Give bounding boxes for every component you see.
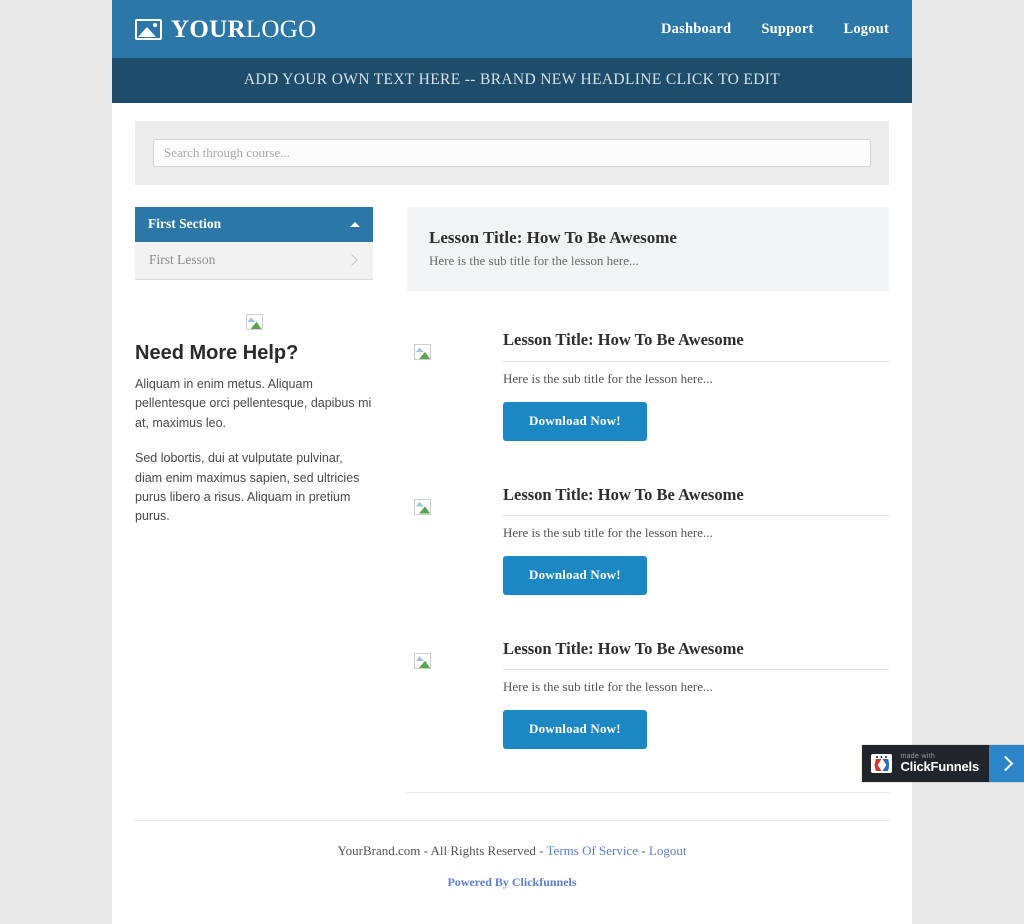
download-title-label-2: Lesson Title: — [503, 484, 594, 504]
page-container: YOURLOGO Dashboard Support Logout ADD YO… — [112, 0, 912, 924]
search-section — [112, 103, 912, 185]
need-more-help-block: Need More Help? Aliquam in enim metus. A… — [135, 314, 373, 527]
download-title-1: Lesson Title: How To Be Awesome — [503, 329, 889, 362]
download-title-label-1: Lesson Title: — [503, 330, 594, 350]
download-body-2: Lesson Title: How To Be Awesome Here is … — [503, 484, 889, 595]
broken-image-icon — [414, 652, 431, 669]
download-title-value-1: How To Be Awesome — [597, 330, 744, 350]
help-paragraph-2: Sed lobortis, dui at vulputate pulvinar,… — [135, 451, 360, 524]
caret-up-icon — [350, 221, 360, 227]
logo-link[interactable]: YOURLOGO — [135, 17, 316, 42]
logo-text: YOURLOGO — [171, 17, 316, 42]
lesson-header-title-value: How To Be Awesome — [526, 228, 677, 247]
clickfunnels-badge: made with ClickFunnels — [862, 745, 1024, 782]
headline-banner[interactable]: ADD YOUR OWN TEXT HERE -- BRAND NEW HEAD… — [112, 58, 912, 103]
broken-image-icon — [414, 498, 431, 515]
badge-expand-button[interactable] — [989, 745, 1024, 782]
top-navigation-bar: YOURLOGO Dashboard Support Logout — [112, 0, 912, 58]
download-title-3: Lesson Title: How To Be Awesome — [503, 638, 889, 671]
download-now-button-2[interactable]: Download Now! — [503, 555, 647, 595]
sidebar: First Section First Lesson Need More Hel… — [135, 207, 373, 527]
download-thumbnail-1 — [407, 329, 503, 361]
search-input[interactable] — [153, 139, 871, 167]
download-subtitle-2: Here is the sub title for the lesson her… — [503, 524, 713, 540]
broken-image-icon — [414, 344, 431, 361]
help-paragraph-1: Aliquam in enim metus. Aliquam pellentes… — [135, 377, 372, 430]
footer-powered-by: Powered By Clickfunnels — [135, 875, 889, 890]
clickfunnels-logo-icon — [871, 754, 893, 773]
footer-divider — [135, 820, 889, 822]
clickfunnels-badge-text: made with ClickFunnels — [900, 753, 979, 774]
nav-item-logout[interactable]: Logout — [843, 21, 889, 38]
download-title-value-3: How To Be Awesome — [597, 638, 744, 658]
list-item: Lesson Title: How To Be Awesome Here is … — [407, 638, 889, 750]
search-panel — [135, 121, 889, 185]
sidebar-item-label: First Lesson — [149, 252, 216, 267]
footer: YourBrand.com - All Rights Reserved - Te… — [112, 820, 912, 890]
footer-copyright-text: YourBrand.com - All Rights Reserved - — [337, 843, 547, 859]
download-now-button-3[interactable]: Download Now! — [503, 710, 647, 750]
chevron-right-icon — [997, 755, 1013, 772]
footer-separator: - — [638, 843, 649, 859]
downloads-list: Lesson Title: How To Be Awesome Here is … — [407, 329, 889, 750]
help-title: Need More Help? — [135, 342, 299, 364]
download-thumbnail-3 — [407, 638, 503, 669]
clickfunnels-logo-dots — [876, 755, 888, 758]
clickfunnels-badge-main[interactable]: made with ClickFunnels — [862, 745, 989, 782]
list-item: Lesson Title: How To Be Awesome Here is … — [407, 484, 889, 595]
clickfunnels-logo-red-mark — [874, 759, 882, 771]
footer-copyright: YourBrand.com - All Rights Reserved - Te… — [135, 843, 889, 859]
primary-nav: Dashboard Support Logout — [661, 21, 889, 38]
download-title-label-3: Lesson Title: — [503, 638, 594, 658]
sidebar-section-first-section[interactable]: First Section — [135, 207, 373, 242]
lesson-header-subtitle: Here is the sub title for the lesson her… — [429, 253, 639, 269]
download-title-value-2: How To Be Awesome — [597, 484, 744, 504]
download-title-2: Lesson Title: How To Be Awesome — [503, 484, 889, 516]
footer-terms-link[interactable]: Terms Of Service — [547, 843, 639, 858]
broken-image-icon — [245, 314, 263, 330]
powered-by-clickfunnels-link[interactable]: Powered By Clickfunnels — [447, 875, 576, 889]
download-now-button-1[interactable]: Download Now! — [503, 401, 647, 441]
clickfunnels-logo-blue-mark — [882, 759, 890, 771]
logo-text-bold: YOUR — [171, 15, 246, 43]
lesson-header-title: Lesson Title: How To Be Awesome — [429, 227, 867, 249]
list-item: Lesson Title: How To Be Awesome Here is … — [407, 329, 889, 441]
content-columns: First Section First Lesson Need More Hel… — [112, 185, 912, 794]
download-body-1: Lesson Title: How To Be Awesome Here is … — [503, 329, 889, 441]
image-placeholder-icon — [135, 18, 162, 40]
lesson-header-title-label: Lesson Title: — [429, 228, 523, 247]
footer-logout-link[interactable]: Logout — [649, 843, 687, 858]
download-subtitle-3: Here is the sub title for the lesson her… — [503, 679, 713, 695]
download-thumbnail-2 — [407, 484, 503, 515]
nav-item-dashboard[interactable]: Dashboard — [661, 21, 731, 38]
chevron-right-icon — [346, 254, 358, 266]
nav-item-support[interactable]: Support — [761, 21, 813, 38]
main-content-divider — [407, 792, 889, 794]
sidebar-section-label: First Section — [148, 216, 222, 231]
download-body-3: Lesson Title: How To Be Awesome Here is … — [503, 638, 889, 750]
sidebar-item-first-lesson[interactable]: First Lesson — [135, 242, 373, 280]
download-subtitle-1: Here is the sub title for the lesson her… — [503, 370, 713, 386]
badge-brand-label: ClickFunnels — [900, 759, 979, 775]
main-content: Lesson Title: How To Be Awesome Here is … — [373, 207, 889, 794]
lesson-header-card: Lesson Title: How To Be Awesome Here is … — [407, 207, 889, 292]
logo-text-light: LOGO — [245, 15, 317, 43]
